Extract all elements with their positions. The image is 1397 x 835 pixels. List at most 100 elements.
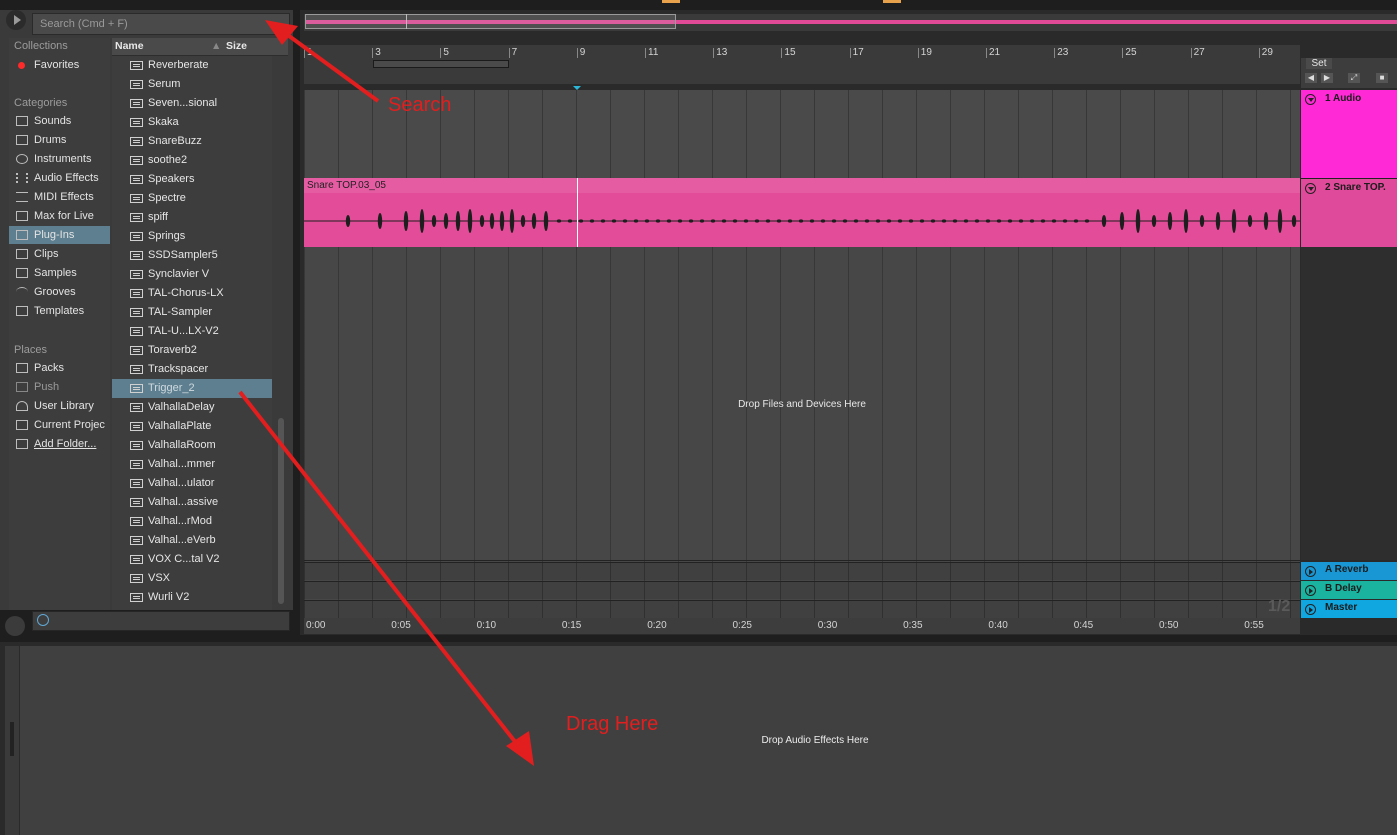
return-lane-a[interactable] bbox=[304, 562, 1300, 580]
fold-arrow-icon[interactable] bbox=[1305, 585, 1316, 596]
waveform-transient bbox=[1018, 219, 1024, 223]
waveform-transient bbox=[754, 219, 760, 223]
list-item[interactable]: Springs bbox=[112, 227, 272, 246]
list-item[interactable]: TAL-Sampler bbox=[112, 303, 272, 322]
list-item[interactable]: ValhallaRoom bbox=[112, 436, 272, 455]
waveform-transient bbox=[842, 219, 848, 223]
time-ruler[interactable] bbox=[304, 618, 1300, 634]
list-item[interactable]: ValhallaPlate bbox=[112, 417, 272, 436]
expand-icon[interactable]: ⤢ bbox=[1348, 73, 1360, 83]
return-lane-b[interactable] bbox=[304, 581, 1300, 599]
arrow-left-icon[interactable]: ◀ bbox=[1305, 73, 1317, 83]
fold-arrow-icon[interactable] bbox=[1305, 566, 1316, 577]
info-icon[interactable] bbox=[37, 614, 49, 626]
fold-arrow-icon[interactable] bbox=[1305, 94, 1316, 105]
waveform-transient bbox=[897, 219, 903, 223]
track-name: 1 Audio bbox=[1325, 93, 1362, 104]
sidebar-item-push[interactable]: Push bbox=[9, 378, 110, 396]
list-item[interactable]: ValhallaDelay bbox=[112, 398, 272, 417]
browser-toggle-button[interactable] bbox=[6, 10, 26, 30]
waveform-transient bbox=[919, 219, 925, 223]
bar-number: 3 bbox=[375, 47, 381, 58]
master-lane[interactable] bbox=[304, 600, 1300, 618]
arrow-right-icon[interactable]: ▶ bbox=[1321, 73, 1333, 83]
sidebar-item-samples[interactable]: Samples bbox=[9, 264, 110, 282]
track-lane-1-audio[interactable] bbox=[304, 90, 1300, 178]
list-item[interactable]: SnareBuzz bbox=[112, 132, 272, 151]
list-item[interactable]: SSDSampler5 bbox=[112, 246, 272, 265]
project-icon bbox=[16, 420, 28, 430]
fold-arrow-icon[interactable] bbox=[1305, 183, 1316, 194]
column-name[interactable]: Name bbox=[115, 40, 144, 52]
plugin-file-icon bbox=[130, 422, 143, 431]
waveform-transient bbox=[1029, 219, 1035, 223]
sidebar-item-add-folder[interactable]: Add Folder... bbox=[9, 435, 110, 453]
sidebar-item-sounds[interactable]: Sounds bbox=[9, 112, 110, 130]
groove-pool-icon[interactable] bbox=[5, 616, 25, 636]
list-item[interactable]: soothe2 bbox=[112, 151, 272, 170]
list-item[interactable]: Reverberate bbox=[112, 56, 272, 75]
list-item-label: soothe2 bbox=[148, 154, 188, 166]
return-header-a-reverb[interactable]: A Reverb bbox=[1301, 562, 1397, 580]
overview-viewport[interactable] bbox=[305, 14, 676, 29]
scroll-thumb[interactable] bbox=[278, 418, 284, 604]
list-item[interactable]: Trigger_2 bbox=[112, 379, 272, 398]
track-header-2-snare[interactable]: 2 Snare TOP. bbox=[1301, 178, 1397, 247]
list-item[interactable]: Speakers bbox=[112, 170, 272, 189]
midi-lines-icon bbox=[16, 192, 28, 202]
list-item[interactable]: VSX bbox=[112, 569, 272, 588]
beat-ruler[interactable] bbox=[304, 45, 1300, 58]
sidebar-item-packs[interactable]: Packs bbox=[9, 359, 110, 377]
master-header[interactable]: Master bbox=[1301, 600, 1397, 618]
list-item[interactable]: spiff bbox=[112, 208, 272, 227]
browser-sidebar: Collections Favorites Categories Sounds … bbox=[9, 38, 110, 610]
waveform-transient bbox=[567, 219, 573, 223]
sort-arrow-icon: ▲ bbox=[211, 40, 222, 52]
list-item[interactable]: Valhal...rMod bbox=[112, 512, 272, 531]
sidebar-item-favorites[interactable]: Favorites bbox=[9, 56, 110, 74]
clip-header[interactable] bbox=[304, 178, 1300, 193]
loop-brace[interactable] bbox=[373, 60, 509, 68]
sidebar-item-audio-effects[interactable]: Audio Effects bbox=[9, 169, 110, 187]
bar-tick bbox=[508, 48, 510, 58]
list-item-label: VOX C...tal V2 bbox=[148, 553, 220, 565]
sidebar-item-midi-effects[interactable]: MIDI Effects bbox=[9, 188, 110, 206]
track-header-1-audio[interactable]: 1 Audio bbox=[1301, 90, 1397, 178]
device-view-handle[interactable] bbox=[10, 722, 14, 756]
list-item[interactable]: Toraverb2 bbox=[112, 341, 272, 360]
list-item[interactable]: Valhal...mmer bbox=[112, 455, 272, 474]
sidebar-item-instruments[interactable]: Instruments bbox=[9, 150, 110, 168]
sidebar-item-user-library[interactable]: User Library bbox=[9, 397, 110, 415]
list-item[interactable]: Synclavier V bbox=[112, 265, 272, 284]
waveform-transient bbox=[666, 219, 672, 223]
list-item[interactable]: Skaka bbox=[112, 113, 272, 132]
list-item[interactable]: Valhal...assive bbox=[112, 493, 272, 512]
list-item[interactable]: Valhal...eVerb bbox=[112, 531, 272, 550]
sidebar-item-grooves[interactable]: Grooves bbox=[9, 283, 110, 301]
list-item-label: TAL-Chorus-LX bbox=[148, 287, 224, 299]
clip-waveform bbox=[304, 209, 1300, 233]
list-item[interactable]: VOX C...tal V2 bbox=[112, 550, 272, 569]
device-drop-area[interactable] bbox=[20, 646, 1397, 835]
sidebar-item-templates[interactable]: Templates bbox=[9, 302, 110, 320]
set-button[interactable]: Set bbox=[1306, 58, 1332, 69]
list-item[interactable]: TAL-U...LX-V2 bbox=[112, 322, 272, 341]
column-size[interactable]: Size bbox=[226, 40, 247, 52]
sidebar-item-max-for-live[interactable]: Max for Live bbox=[9, 207, 110, 225]
sidebar-item-plug-ins[interactable]: Plug-Ins bbox=[9, 226, 110, 244]
list-item[interactable]: Spectre bbox=[112, 189, 272, 208]
plugin-file-icon bbox=[130, 365, 143, 374]
list-item[interactable]: Valhal...ulator bbox=[112, 474, 272, 493]
return-header-b-delay[interactable]: B Delay bbox=[1301, 581, 1397, 599]
lock-icon[interactable]: ■ bbox=[1376, 73, 1388, 83]
list-item[interactable]: TAL-Chorus-LX bbox=[112, 284, 272, 303]
list-item[interactable]: Wurli V2 bbox=[112, 588, 272, 607]
list-item[interactable]: Serum bbox=[112, 75, 272, 94]
search-input[interactable]: Search (Cmd + F) bbox=[32, 13, 290, 35]
sidebar-item-drums[interactable]: Drums bbox=[9, 131, 110, 149]
list-item[interactable]: Trackspacer bbox=[112, 360, 272, 379]
fold-arrow-icon[interactable] bbox=[1305, 604, 1316, 615]
sidebar-item-current-project[interactable]: Current Projec bbox=[9, 416, 110, 434]
sidebar-item-clips[interactable]: Clips bbox=[9, 245, 110, 263]
list-item[interactable]: Seven...sional bbox=[112, 94, 272, 113]
